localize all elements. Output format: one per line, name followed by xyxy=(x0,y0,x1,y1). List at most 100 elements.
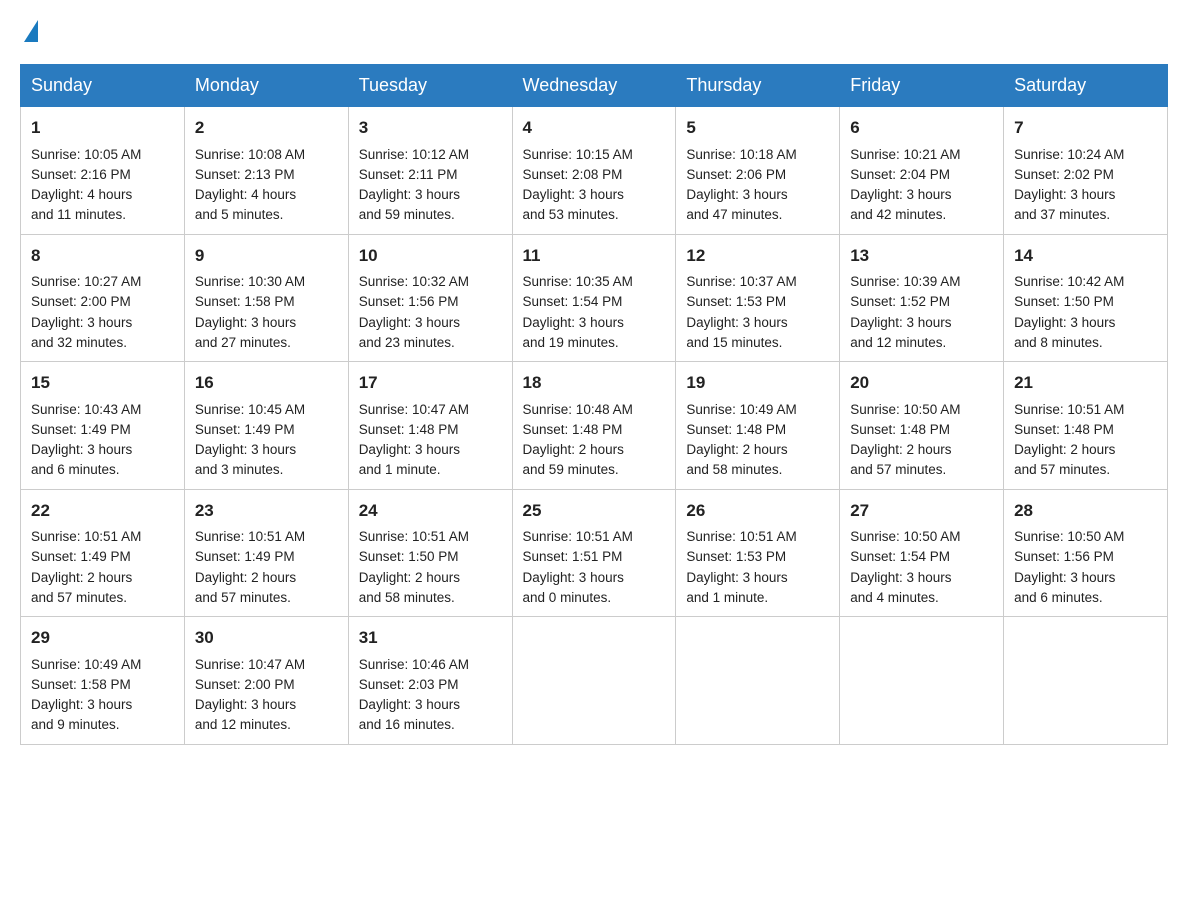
day-number: 30 xyxy=(195,625,338,651)
day-info-line: Sunrise: 10:18 AM xyxy=(686,145,829,165)
day-info-line: and 58 minutes. xyxy=(686,460,829,480)
day-info-line: Daylight: 3 hours xyxy=(31,440,174,460)
day-info-line: and 57 minutes. xyxy=(850,460,993,480)
day-info-line: Sunrise: 10:51 AM xyxy=(686,527,829,547)
day-header-thursday: Thursday xyxy=(676,65,840,107)
day-info-line: Sunrise: 10:27 AM xyxy=(31,272,174,292)
calendar-cell: 13Sunrise: 10:39 AMSunset: 1:52 PMDaylig… xyxy=(840,234,1004,362)
day-info-line: Daylight: 3 hours xyxy=(1014,185,1157,205)
day-info-line: Daylight: 2 hours xyxy=(195,568,338,588)
day-info-line: Sunset: 1:52 PM xyxy=(850,292,993,312)
calendar-cell: 16Sunrise: 10:45 AMSunset: 1:49 PMDaylig… xyxy=(184,362,348,490)
day-number: 28 xyxy=(1014,498,1157,524)
calendar-cell: 12Sunrise: 10:37 AMSunset: 1:53 PMDaylig… xyxy=(676,234,840,362)
day-header-sunday: Sunday xyxy=(21,65,185,107)
day-number: 2 xyxy=(195,115,338,141)
day-info-line: and 4 minutes. xyxy=(850,588,993,608)
day-info-line: Sunrise: 10:45 AM xyxy=(195,400,338,420)
day-info-line: Sunrise: 10:50 AM xyxy=(1014,527,1157,547)
day-info-line: Daylight: 2 hours xyxy=(686,440,829,460)
day-info-line: Daylight: 3 hours xyxy=(1014,568,1157,588)
calendar-cell xyxy=(1004,617,1168,745)
day-info-line: Sunrise: 10:15 AM xyxy=(523,145,666,165)
calendar-table: SundayMondayTuesdayWednesdayThursdayFrid… xyxy=(20,64,1168,745)
day-info-line: and 53 minutes. xyxy=(523,205,666,225)
day-info-line: Sunset: 1:49 PM xyxy=(31,420,174,440)
calendar-cell: 20Sunrise: 10:50 AMSunset: 1:48 PMDaylig… xyxy=(840,362,1004,490)
day-info-line: Sunrise: 10:35 AM xyxy=(523,272,666,292)
day-info-line: Sunset: 1:51 PM xyxy=(523,547,666,567)
calendar-cell: 30Sunrise: 10:47 AMSunset: 2:00 PMDaylig… xyxy=(184,617,348,745)
day-info-line: Daylight: 3 hours xyxy=(686,313,829,333)
day-info-line: and 23 minutes. xyxy=(359,333,502,353)
calendar-cell: 4Sunrise: 10:15 AMSunset: 2:08 PMDayligh… xyxy=(512,107,676,235)
day-number: 11 xyxy=(523,243,666,269)
day-info-line: Daylight: 2 hours xyxy=(359,568,502,588)
day-number: 25 xyxy=(523,498,666,524)
day-info-line: Sunset: 2:00 PM xyxy=(195,675,338,695)
day-info-line: Daylight: 3 hours xyxy=(359,185,502,205)
day-number: 19 xyxy=(686,370,829,396)
day-info-line: Sunrise: 10:47 AM xyxy=(359,400,502,420)
day-info-line: Sunset: 1:53 PM xyxy=(686,292,829,312)
calendar-header-row: SundayMondayTuesdayWednesdayThursdayFrid… xyxy=(21,65,1168,107)
day-info-line: Daylight: 4 hours xyxy=(31,185,174,205)
day-number: 7 xyxy=(1014,115,1157,141)
calendar-week-row: 29Sunrise: 10:49 AMSunset: 1:58 PMDaylig… xyxy=(21,617,1168,745)
day-number: 10 xyxy=(359,243,502,269)
day-info-line: Sunrise: 10:48 AM xyxy=(523,400,666,420)
day-info-line: Sunset: 1:48 PM xyxy=(359,420,502,440)
calendar-cell: 18Sunrise: 10:48 AMSunset: 1:48 PMDaylig… xyxy=(512,362,676,490)
day-info-line: Sunrise: 10:43 AM xyxy=(31,400,174,420)
calendar-cell: 3Sunrise: 10:12 AMSunset: 2:11 PMDayligh… xyxy=(348,107,512,235)
day-info-line: Daylight: 3 hours xyxy=(850,313,993,333)
calendar-cell: 26Sunrise: 10:51 AMSunset: 1:53 PMDaylig… xyxy=(676,489,840,617)
day-number: 18 xyxy=(523,370,666,396)
calendar-cell xyxy=(512,617,676,745)
day-info-line: Sunset: 2:02 PM xyxy=(1014,165,1157,185)
calendar-cell: 2Sunrise: 10:08 AMSunset: 2:13 PMDayligh… xyxy=(184,107,348,235)
day-number: 26 xyxy=(686,498,829,524)
day-number: 13 xyxy=(850,243,993,269)
day-info-line: Sunset: 1:50 PM xyxy=(1014,292,1157,312)
day-info-line: Daylight: 3 hours xyxy=(31,313,174,333)
day-info-line: Sunrise: 10:42 AM xyxy=(1014,272,1157,292)
day-info-line: and 5 minutes. xyxy=(195,205,338,225)
day-info-line: Daylight: 3 hours xyxy=(195,440,338,460)
calendar-cell: 10Sunrise: 10:32 AMSunset: 1:56 PMDaylig… xyxy=(348,234,512,362)
day-info-line: Sunset: 1:58 PM xyxy=(31,675,174,695)
day-header-monday: Monday xyxy=(184,65,348,107)
day-info-line: Sunrise: 10:47 AM xyxy=(195,655,338,675)
day-info-line: and 27 minutes. xyxy=(195,333,338,353)
day-info-line: Sunset: 1:49 PM xyxy=(195,420,338,440)
calendar-cell: 15Sunrise: 10:43 AMSunset: 1:49 PMDaylig… xyxy=(21,362,185,490)
day-number: 23 xyxy=(195,498,338,524)
day-number: 3 xyxy=(359,115,502,141)
day-info-line: Daylight: 4 hours xyxy=(195,185,338,205)
day-info-line: Daylight: 3 hours xyxy=(523,185,666,205)
calendar-cell: 6Sunrise: 10:21 AMSunset: 2:04 PMDayligh… xyxy=(840,107,1004,235)
day-info-line: Sunrise: 10:32 AM xyxy=(359,272,502,292)
day-info-line: Sunset: 1:48 PM xyxy=(850,420,993,440)
day-info-line: and 12 minutes. xyxy=(850,333,993,353)
day-info-line: and 59 minutes. xyxy=(523,460,666,480)
day-info-line: Sunset: 1:49 PM xyxy=(195,547,338,567)
day-info-line: Sunrise: 10:51 AM xyxy=(523,527,666,547)
day-number: 4 xyxy=(523,115,666,141)
day-info-line: and 16 minutes. xyxy=(359,715,502,735)
day-info-line: and 6 minutes. xyxy=(31,460,174,480)
calendar-cell: 27Sunrise: 10:50 AMSunset: 1:54 PMDaylig… xyxy=(840,489,1004,617)
calendar-cell: 31Sunrise: 10:46 AMSunset: 2:03 PMDaylig… xyxy=(348,617,512,745)
day-info-line: and 57 minutes. xyxy=(195,588,338,608)
day-info-line: and 0 minutes. xyxy=(523,588,666,608)
day-number: 1 xyxy=(31,115,174,141)
calendar-cell: 22Sunrise: 10:51 AMSunset: 1:49 PMDaylig… xyxy=(21,489,185,617)
day-info-line: Sunset: 2:03 PM xyxy=(359,675,502,695)
calendar-cell: 5Sunrise: 10:18 AMSunset: 2:06 PMDayligh… xyxy=(676,107,840,235)
day-info-line: and 12 minutes. xyxy=(195,715,338,735)
day-info-line: Sunset: 2:06 PM xyxy=(686,165,829,185)
calendar-week-row: 22Sunrise: 10:51 AMSunset: 1:49 PMDaylig… xyxy=(21,489,1168,617)
day-info-line: Sunrise: 10:51 AM xyxy=(1014,400,1157,420)
calendar-week-row: 15Sunrise: 10:43 AMSunset: 1:49 PMDaylig… xyxy=(21,362,1168,490)
day-info-line: and 42 minutes. xyxy=(850,205,993,225)
